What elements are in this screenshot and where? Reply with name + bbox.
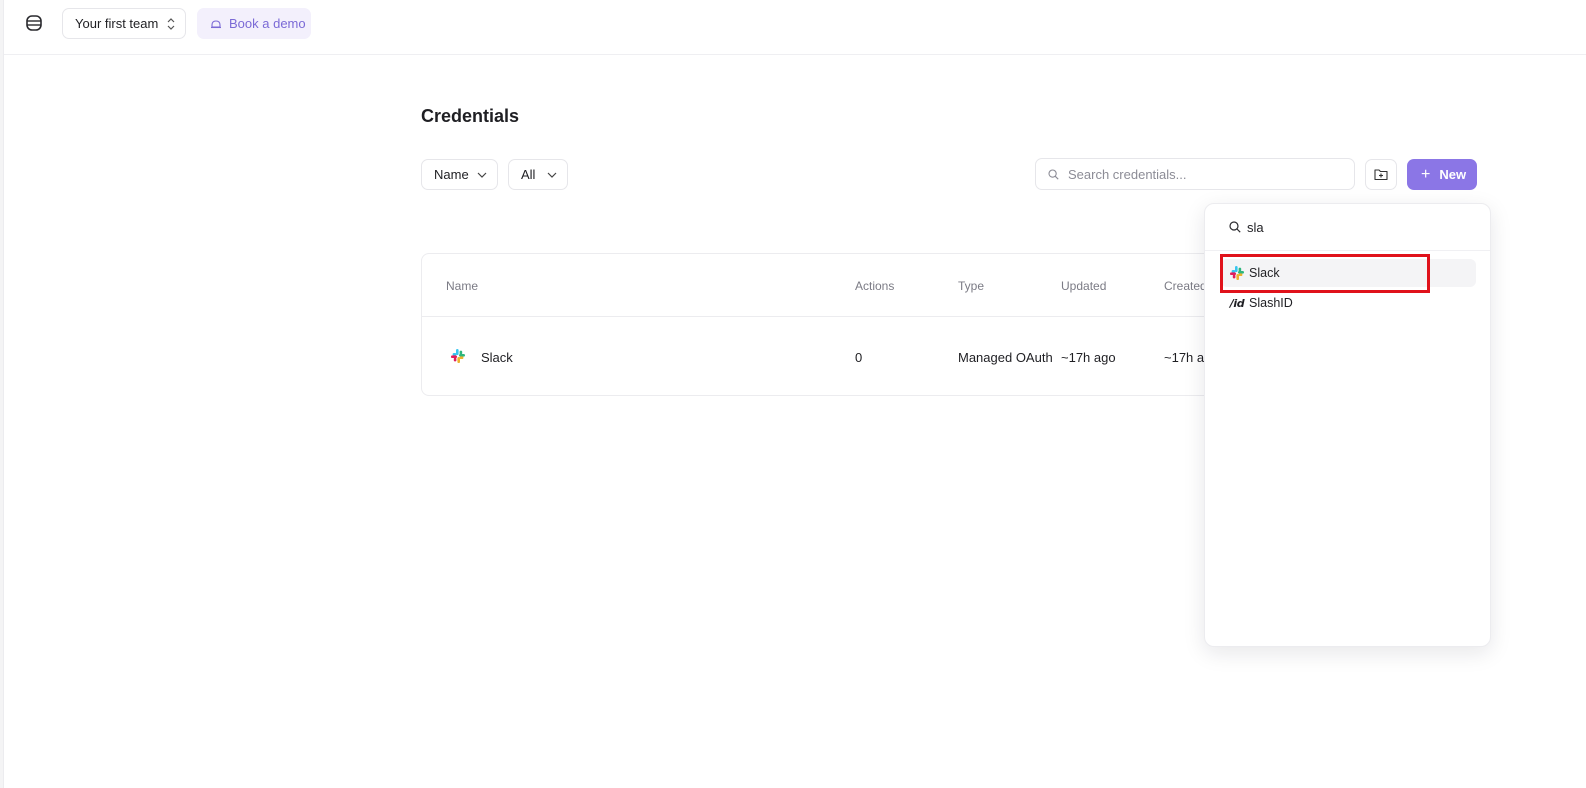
slack-icon [451, 349, 465, 363]
credentials-search-input[interactable] [1068, 166, 1338, 182]
plus-icon: + [1421, 165, 1431, 183]
book-demo-button[interactable]: Book a demo [197, 8, 311, 39]
team-selector-label: Your first team [75, 16, 159, 31]
credential-name[interactable]: Slack [481, 350, 513, 365]
credentials-table: Name Actions Type Updated Created Slack … [421, 253, 1221, 396]
table-row[interactable]: Slack 0 Managed OAuth ~17h ago ~17h ago [422, 317, 1220, 395]
slashid-icon: /id [1229, 296, 1245, 310]
credential-actions-count: 0 [855, 350, 863, 365]
provider-search-input[interactable] [1247, 219, 1447, 235]
chevron-up-down-icon [167, 18, 175, 30]
type-filter-dropdown[interactable]: All [508, 159, 568, 190]
column-header-actions[interactable]: Actions [855, 279, 894, 293]
bell-icon [211, 19, 221, 28]
top-bar: Your first team Book a demo [4, 0, 1586, 55]
new-folder-button[interactable] [1365, 159, 1397, 190]
provider-option-label: SlashID [1249, 296, 1293, 310]
sort-filter-dropdown[interactable]: Name [421, 159, 498, 190]
folder-plus-icon [1374, 169, 1388, 181]
provider-search[interactable] [1205, 204, 1490, 251]
chevron-down-icon [477, 172, 487, 178]
book-demo-label: Book a demo [229, 16, 306, 31]
type-filter-label: All [521, 167, 536, 182]
column-header-name[interactable]: Name [446, 279, 478, 293]
new-button-label: New [1439, 167, 1467, 182]
new-credential-button[interactable]: + New [1407, 159, 1477, 190]
sort-filter-label: Name [434, 167, 469, 182]
provider-option-slack[interactable]: Slack [1221, 259, 1476, 287]
column-header-updated[interactable]: Updated [1061, 279, 1106, 293]
column-header-type[interactable]: Type [958, 279, 984, 293]
search-icon [1048, 168, 1059, 180]
page-title: Credentials [421, 106, 520, 126]
provider-option-label: Slack [1249, 266, 1280, 280]
chevron-down-icon [547, 172, 557, 178]
credential-updated: ~17h ago [1061, 350, 1116, 365]
credential-type: Managed OAuth [958, 350, 1053, 365]
column-header-created[interactable]: Created [1164, 279, 1207, 293]
credentials-search[interactable] [1035, 158, 1355, 190]
provider-picker-dropdown: Slack /id SlashID [1204, 203, 1491, 647]
database-stack-icon[interactable] [24, 13, 44, 33]
provider-option-slashid[interactable]: /id SlashID [1221, 289, 1476, 317]
left-rail [0, 0, 4, 788]
table-header: Name Actions Type Updated Created [422, 254, 1220, 317]
slack-icon [1229, 265, 1245, 281]
team-selector[interactable]: Your first team [62, 8, 186, 39]
search-icon [1229, 221, 1241, 233]
